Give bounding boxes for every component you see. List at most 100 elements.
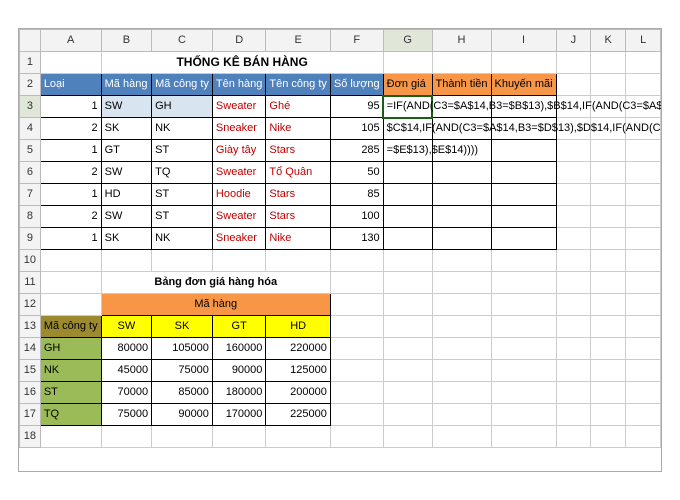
grid-table[interactable]: A B C D E F G H I J K L 1 THỐNG KÊ BÁN H… — [19, 29, 661, 448]
cell[interactable] — [491, 206, 556, 228]
cell[interactable] — [330, 272, 383, 294]
col-head-B[interactable]: B — [101, 30, 151, 52]
pricetable-macongty-header[interactable]: Mã công ty — [40, 316, 101, 338]
cell[interactable] — [383, 404, 432, 426]
cell[interactable] — [591, 426, 626, 448]
cell[interactable] — [591, 272, 626, 294]
col-head-C[interactable]: C — [152, 30, 213, 52]
cell[interactable]: Nike — [266, 118, 330, 140]
cell[interactable] — [491, 52, 556, 74]
cell[interactable] — [556, 316, 590, 338]
col-head-A[interactable]: A — [40, 30, 101, 52]
cell[interactable] — [383, 52, 432, 74]
cell[interactable] — [383, 250, 432, 272]
pricetable-company[interactable]: GH — [40, 338, 101, 360]
cell[interactable] — [591, 184, 626, 206]
cell[interactable] — [432, 184, 491, 206]
col-head-K[interactable]: K — [591, 30, 626, 52]
row-head-8[interactable]: 8 — [20, 206, 41, 228]
cell[interactable]: ST — [152, 184, 213, 206]
pricetable-company[interactable]: ST — [40, 382, 101, 404]
cell[interactable] — [556, 206, 590, 228]
cell[interactable]: 105 — [330, 118, 383, 140]
row-head-10[interactable]: 10 — [20, 250, 41, 272]
cell[interactable]: Giày tây — [212, 140, 265, 162]
cell[interactable]: SW — [101, 96, 151, 118]
cell[interactable] — [556, 426, 590, 448]
row-head-2[interactable]: 2 — [20, 74, 41, 96]
row-head-5[interactable]: 5 — [20, 140, 41, 162]
cell[interactable] — [556, 338, 590, 360]
cell[interactable] — [330, 294, 383, 316]
col-head-L[interactable]: L — [626, 30, 661, 52]
cell[interactable] — [432, 338, 491, 360]
row-head-18[interactable]: 18 — [20, 426, 41, 448]
cell[interactable] — [626, 338, 661, 360]
cell[interactable]: NK — [152, 228, 213, 250]
cell[interactable] — [432, 294, 491, 316]
cell[interactable]: 200000 — [266, 382, 330, 404]
cell[interactable] — [626, 382, 661, 404]
cell[interactable]: 130 — [330, 228, 383, 250]
cell[interactable]: 70000 — [101, 382, 151, 404]
cell[interactable] — [40, 426, 101, 448]
cell[interactable]: Stars — [266, 140, 330, 162]
cell[interactable]: 170000 — [212, 404, 265, 426]
cell[interactable] — [152, 426, 213, 448]
cell[interactable] — [491, 316, 556, 338]
cell[interactable] — [383, 294, 432, 316]
cell[interactable]: Sweater — [212, 206, 265, 228]
cell[interactable] — [432, 404, 491, 426]
row-head-12[interactable]: 12 — [20, 294, 41, 316]
pricetable-col[interactable]: SK — [152, 316, 213, 338]
cell[interactable] — [432, 382, 491, 404]
cell[interactable] — [591, 382, 626, 404]
pricetable-mahang-header[interactable]: Mã hàng — [101, 294, 330, 316]
cell[interactable] — [330, 360, 383, 382]
cell[interactable]: 160000 — [212, 338, 265, 360]
cell[interactable] — [556, 272, 590, 294]
hdr-thanhtien[interactable]: Thành tiền — [432, 74, 491, 96]
cell[interactable]: 90000 — [152, 404, 213, 426]
cell[interactable] — [491, 140, 556, 162]
cell[interactable] — [330, 316, 383, 338]
cell[interactable]: NK — [152, 118, 213, 140]
cell[interactable] — [556, 382, 590, 404]
cell[interactable] — [556, 250, 590, 272]
hdr-khuyenmai[interactable]: Khuyến mãi — [491, 74, 556, 96]
cell[interactable] — [40, 52, 101, 74]
pricetable-col[interactable]: HD — [266, 316, 330, 338]
cell[interactable]: 1 — [40, 140, 101, 162]
row-head-15[interactable]: 15 — [20, 360, 41, 382]
cell[interactable] — [432, 250, 491, 272]
pricetable-company[interactable]: TQ — [40, 404, 101, 426]
cell[interactable] — [626, 250, 661, 272]
row-head-17[interactable]: 17 — [20, 404, 41, 426]
cell[interactable] — [556, 360, 590, 382]
col-head-H[interactable]: H — [432, 30, 491, 52]
cell[interactable] — [626, 316, 661, 338]
row-head-7[interactable]: 7 — [20, 184, 41, 206]
cell[interactable] — [383, 360, 432, 382]
col-head-J[interactable]: J — [556, 30, 590, 52]
pricetable-company[interactable]: NK — [40, 360, 101, 382]
cell[interactable] — [383, 426, 432, 448]
cell[interactable]: 45000 — [101, 360, 151, 382]
cell[interactable] — [556, 184, 590, 206]
cell[interactable] — [626, 360, 661, 382]
hdr-tenhang[interactable]: Tên hàng — [212, 74, 265, 96]
cell[interactable] — [491, 426, 556, 448]
cell[interactable] — [591, 316, 626, 338]
cell[interactable] — [330, 426, 383, 448]
cell[interactable] — [491, 162, 556, 184]
cell[interactable]: 225000 — [266, 404, 330, 426]
cell[interactable]: $C$14,IF(AND(C3=$A$14,B3=$D$13),$D$14,IF… — [383, 118, 432, 140]
col-head-I[interactable]: I — [491, 30, 556, 52]
row-head-11[interactable]: 11 — [20, 272, 41, 294]
cell[interactable] — [591, 294, 626, 316]
cell[interactable]: 2 — [40, 206, 101, 228]
cell[interactable] — [556, 162, 590, 184]
pricetable-col[interactable]: SW — [101, 316, 151, 338]
cell[interactable]: =$E$13),$E$14)))) — [383, 140, 432, 162]
cell[interactable] — [491, 184, 556, 206]
